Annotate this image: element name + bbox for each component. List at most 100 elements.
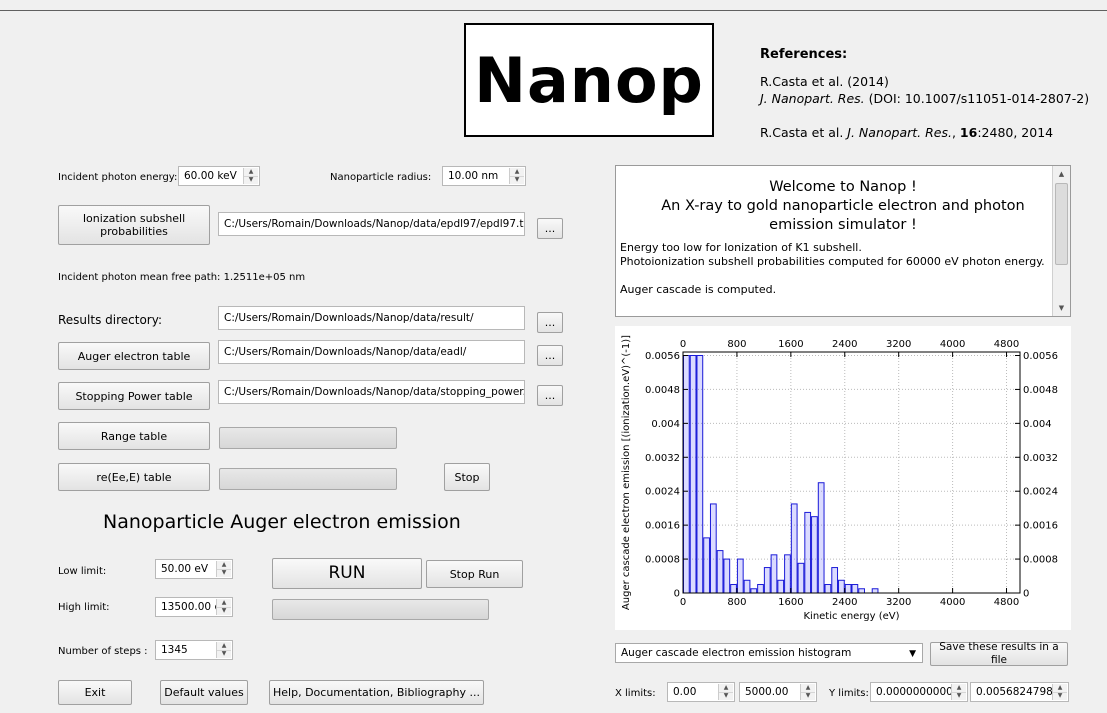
dropdown-arrow-icon[interactable]: ▼	[909, 649, 916, 659]
low-limit-spinbox[interactable]: 50.00 eV ▲ ▼	[155, 559, 233, 579]
reference-line-3: R.Casta et al. J. Nanopart. Res., 16:248…	[760, 125, 1053, 140]
x-max-value: 5000.00	[745, 686, 789, 698]
spin-up-icon[interactable]: ▲	[217, 599, 231, 608]
references-title: References:	[760, 47, 848, 62]
console-scrollbar[interactable]: ▲ ▼	[1052, 166, 1070, 316]
ionization-browse-button[interactable]: ...	[537, 218, 563, 239]
spin-up-icon[interactable]: ▲	[217, 561, 231, 570]
results-browse-button[interactable]: ...	[537, 312, 563, 333]
steps-stepper[interactable]: ▲ ▼	[216, 642, 231, 658]
histogram-chart: 0 0 800 800 1600 1600 2400 2400 3200 3200 4000 4000…	[615, 326, 1071, 630]
y-tick-label: 0.0016	[645, 521, 680, 532]
spin-down-icon[interactable]: ▼	[244, 177, 258, 185]
low-limit-stepper[interactable]: ▲ ▼	[216, 561, 231, 577]
y-min-spinbox[interactable]: 0.0000000000 ▲ ▼	[870, 682, 968, 702]
plot-type-combobox[interactable]: Auger cascade electron emission histogra…	[615, 643, 923, 663]
spin-down-icon[interactable]: ▼	[217, 570, 231, 578]
x-tick-label-top: 0	[680, 339, 686, 350]
exit-button[interactable]: Exit	[58, 680, 132, 705]
spin-up-icon[interactable]: ▲	[1053, 684, 1067, 693]
range-table-button[interactable]: Range table	[58, 422, 210, 450]
high-limit-spinbox[interactable]: 13500.00 eV ▲ ▼	[155, 597, 233, 617]
radius-stepper[interactable]: ▲ ▼	[509, 168, 524, 184]
radius-spinbox[interactable]: 10.00 nm ▲ ▼	[442, 166, 526, 186]
y-min-stepper[interactable]: ▲ ▼	[951, 684, 966, 700]
reference-line-1: R.Casta et al. (2014)	[760, 74, 889, 89]
scroll-thumb[interactable]	[1055, 183, 1068, 265]
stopping-power-path-field[interactable]: C:/Users/Romain/Downloads/Nanop/data/sto…	[218, 380, 525, 404]
x-tick-label-top: 4000	[940, 339, 965, 350]
histogram-bar	[716, 550, 724, 594]
spin-up-icon[interactable]: ▲	[801, 684, 815, 693]
spin-down-icon[interactable]: ▼	[510, 177, 524, 185]
radius-value: 10.00 nm	[448, 170, 499, 182]
spin-up-icon[interactable]: ▲	[719, 684, 733, 693]
scroll-up-icon[interactable]: ▲	[1053, 166, 1070, 182]
run-button[interactable]: RUN	[272, 558, 422, 589]
default-values-button[interactable]: Default values	[160, 680, 248, 705]
re-table-button[interactable]: re(Ee,E) table	[58, 463, 210, 491]
high-limit-stepper[interactable]: ▲ ▼	[216, 599, 231, 615]
spin-down-icon[interactable]: ▼	[1053, 693, 1067, 701]
reference-journal: J. Nanopart. Res.	[760, 91, 865, 106]
histogram-bar	[770, 554, 778, 594]
spin-up-icon[interactable]: ▲	[952, 684, 966, 693]
auger-table-path-field[interactable]: C:/Users/Romain/Downloads/Nanop/data/ead…	[218, 340, 525, 364]
histogram-bar	[804, 511, 812, 594]
radius-label: Nanoparticle radius:	[330, 172, 432, 183]
spin-down-icon[interactable]: ▼	[217, 651, 231, 659]
x-tick-label: 4800	[994, 597, 1019, 608]
histogram-bar	[811, 516, 818, 594]
histogram-bar	[703, 537, 710, 594]
mean-free-path-text: Incident photon mean free path: 1.2511e+…	[58, 272, 306, 283]
x-tick-label-top: 3200	[886, 339, 911, 350]
spin-down-icon[interactable]: ▼	[217, 608, 231, 616]
auger-browse-button[interactable]: ...	[537, 345, 563, 366]
x-min-value: 0.00	[673, 686, 697, 698]
save-results-button[interactable]: Save these results in a file	[930, 641, 1068, 666]
y-tick-label: 0.004	[651, 419, 680, 430]
auger-table-button[interactable]: Auger electron table	[58, 342, 210, 370]
y-tick-label-right: 0.0048	[1023, 385, 1058, 396]
x-min-stepper[interactable]: ▲ ▼	[718, 684, 733, 700]
scroll-down-icon[interactable]: ▼	[1053, 300, 1070, 316]
spin-up-icon[interactable]: ▲	[244, 168, 258, 177]
console-log: Energy too low for Ionization of K1 subs…	[616, 235, 1070, 297]
spin-down-icon[interactable]: ▼	[801, 693, 815, 701]
stopping-browse-button[interactable]: ...	[537, 385, 563, 406]
spin-down-icon[interactable]: ▼	[952, 693, 966, 701]
stop-run-button[interactable]: Stop Run	[426, 560, 523, 588]
reference-pages: :2480, 2014	[977, 125, 1054, 140]
steps-spinbox[interactable]: 1345 ▲ ▼	[155, 640, 233, 660]
y-max-spinbox[interactable]: 0.0056824798 ▲ ▼	[970, 682, 1069, 702]
stopping-power-button[interactable]: Stopping Power table	[58, 382, 210, 410]
nanop-logo: Nanop	[464, 23, 714, 137]
stop-button[interactable]: Stop	[444, 463, 490, 491]
x-max-stepper[interactable]: ▲ ▼	[800, 684, 815, 700]
y-tick-label-right: 0.0024	[1023, 487, 1058, 498]
spin-up-icon[interactable]: ▲	[510, 168, 524, 177]
results-directory-field[interactable]: C:/Users/Romain/Downloads/Nanop/data/res…	[218, 306, 525, 330]
histogram-bar	[709, 503, 717, 594]
photon-energy-spinbox[interactable]: 60.00 keV ▲ ▼	[178, 166, 260, 186]
help-button[interactable]: Help, Documentation, Bibliography ...	[269, 680, 484, 705]
ionization-path-field[interactable]: C:/Users/Romain/Downloads/Nanop/data/epd…	[218, 212, 525, 236]
reference-doi: (DOI: 10.1007/s11051-014-2807-2)	[864, 91, 1090, 106]
reference-journal-2: J. Nanopart. Res.	[847, 125, 952, 140]
top-divider	[0, 10, 1107, 11]
ionization-probabilities-button[interactable]: Ionization subshell probabilities	[58, 205, 210, 245]
welcome-line-1: Welcome to Nanop !	[769, 179, 917, 195]
x-tick-label: 1600	[778, 597, 803, 608]
photon-energy-stepper[interactable]: ▲ ▼	[243, 168, 258, 184]
x-min-spinbox[interactable]: 0.00 ▲ ▼	[667, 682, 735, 702]
y-max-stepper[interactable]: ▲ ▼	[1052, 684, 1067, 700]
x-max-spinbox[interactable]: 5000.00 ▲ ▼	[739, 682, 817, 702]
log-line: Photoionization subshell probabilities c…	[620, 255, 1045, 268]
histogram-bar	[777, 579, 785, 594]
x-tick-label: 800	[727, 597, 746, 608]
spin-up-icon[interactable]: ▲	[217, 642, 231, 651]
spin-down-icon[interactable]: ▼	[719, 693, 733, 701]
welcome-line-2: An X-ray to gold nanoparticle electron a…	[661, 198, 1025, 233]
y-tick-label: 0.0008	[645, 555, 680, 566]
message-console[interactable]: Welcome to Nanop ! An X-ray to gold nano…	[615, 165, 1071, 317]
